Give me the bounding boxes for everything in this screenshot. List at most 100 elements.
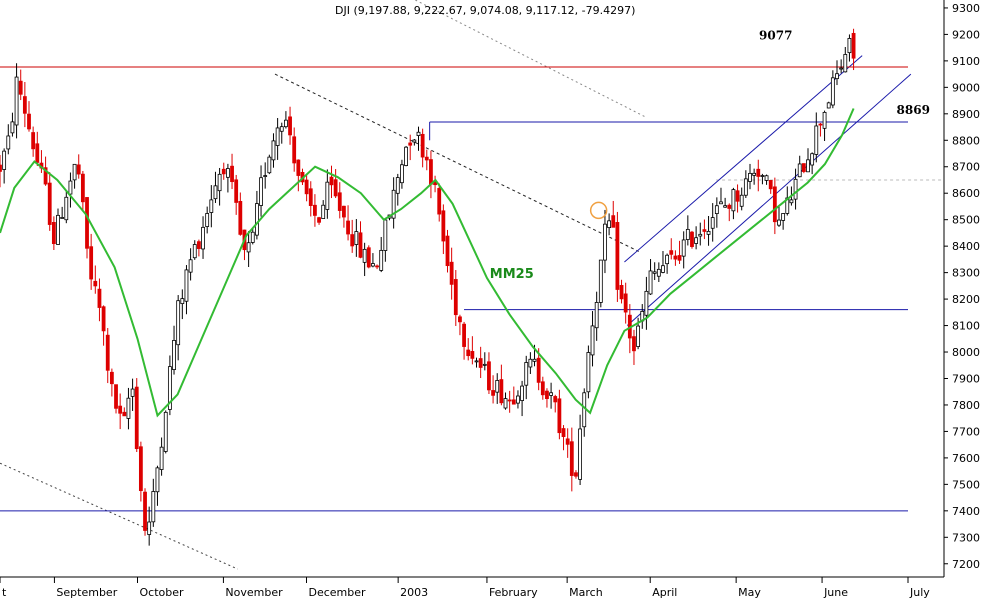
candle-body <box>598 259 603 303</box>
candle-body <box>213 185 218 200</box>
x-tick-label: 2003 <box>400 586 428 599</box>
candle-body <box>304 179 309 195</box>
y-tick-label: 8000 <box>952 346 980 359</box>
candle-body <box>735 190 740 202</box>
candle-body <box>184 269 189 302</box>
candle-body <box>333 179 338 197</box>
candle-body <box>495 380 500 393</box>
candle-body <box>420 133 425 158</box>
candle-body <box>698 233 703 237</box>
candle-body <box>843 54 848 73</box>
y-tick-label: 9200 <box>952 28 980 41</box>
candle-body <box>217 173 222 192</box>
y-tick-label: 8500 <box>952 214 980 227</box>
candle-body <box>458 316 462 323</box>
candle-body <box>752 172 757 176</box>
candle-body <box>337 192 342 211</box>
candle-body <box>163 411 168 452</box>
candle-body <box>569 441 574 476</box>
candle-body <box>702 229 707 232</box>
candle-body <box>296 159 301 176</box>
candle-body <box>271 140 276 161</box>
candle-body <box>209 199 214 213</box>
candle-body <box>528 358 533 368</box>
candle-body <box>694 237 699 244</box>
candle-body <box>400 164 404 184</box>
y-tick-label: 9300 <box>952 2 980 15</box>
x-tick-label: October <box>139 586 183 599</box>
candle-body <box>155 467 160 493</box>
candle-body <box>230 165 234 183</box>
candle-body <box>835 73 839 80</box>
candle-body <box>482 363 487 366</box>
candle-body <box>10 121 15 134</box>
candle-body <box>636 325 641 347</box>
y-tick-label: 8600 <box>952 187 980 200</box>
y-tick-label: 8400 <box>952 240 980 253</box>
candle-body <box>138 446 143 492</box>
candle-body <box>375 265 379 268</box>
candle-body <box>350 234 355 247</box>
candle-body <box>362 248 367 263</box>
candle-body <box>2 150 7 170</box>
candle-body <box>105 334 110 371</box>
candle-body <box>470 351 475 359</box>
candle-body <box>603 223 607 261</box>
candle-body <box>288 116 292 136</box>
candle-body <box>764 175 769 181</box>
level-label-9077: 9077 <box>759 29 792 43</box>
candle-body <box>677 255 682 261</box>
candle-body <box>85 197 89 249</box>
candle-body <box>64 196 69 221</box>
candle-body <box>491 390 495 396</box>
candle-body <box>130 388 135 397</box>
candle-body <box>89 246 94 280</box>
candle-body <box>151 491 156 523</box>
candle-body <box>279 126 284 132</box>
candle-body <box>661 265 665 273</box>
candle-body <box>632 336 636 352</box>
candle-body <box>524 362 529 386</box>
y-tick-label: 8900 <box>952 108 980 121</box>
candle-body <box>80 173 85 203</box>
candle-body <box>516 395 520 404</box>
candle-body <box>188 259 193 273</box>
candle-body <box>826 102 831 109</box>
candle-body <box>818 123 823 126</box>
y-tick-label: 8100 <box>952 320 980 333</box>
candle-body <box>395 177 400 194</box>
y-tick-label: 7700 <box>952 425 980 438</box>
candle-body <box>325 181 330 210</box>
y-tick-label: 7300 <box>952 531 980 544</box>
candle-body <box>578 428 583 480</box>
candle-body <box>284 119 288 128</box>
candle-body <box>313 204 317 216</box>
candle-body <box>449 261 454 285</box>
candle-body <box>801 163 806 172</box>
candle-body <box>329 176 334 186</box>
candle-body <box>681 239 686 257</box>
candle-body <box>474 360 479 363</box>
candle-body <box>830 77 835 106</box>
candle-body <box>354 231 359 245</box>
candle-body <box>607 220 612 229</box>
candle-body <box>789 199 794 204</box>
candle-body <box>623 293 628 313</box>
x-tick-label: June <box>823 586 848 599</box>
candle-body <box>383 219 388 251</box>
candle-body <box>263 175 268 177</box>
y-tick-label: 8800 <box>952 134 980 147</box>
candle-body <box>159 446 164 470</box>
candle-body <box>615 222 620 290</box>
candle-body <box>727 204 732 209</box>
y-tick-label: 7800 <box>952 399 980 412</box>
candle-body <box>565 438 570 445</box>
candle-body <box>18 80 23 95</box>
candle-body <box>0 164 2 172</box>
candle-body <box>437 188 442 215</box>
candle-body <box>445 235 450 267</box>
x-tick-label: t <box>2 586 7 599</box>
candle-body <box>756 168 761 177</box>
candle-body <box>404 146 408 166</box>
candle-body <box>379 249 384 271</box>
